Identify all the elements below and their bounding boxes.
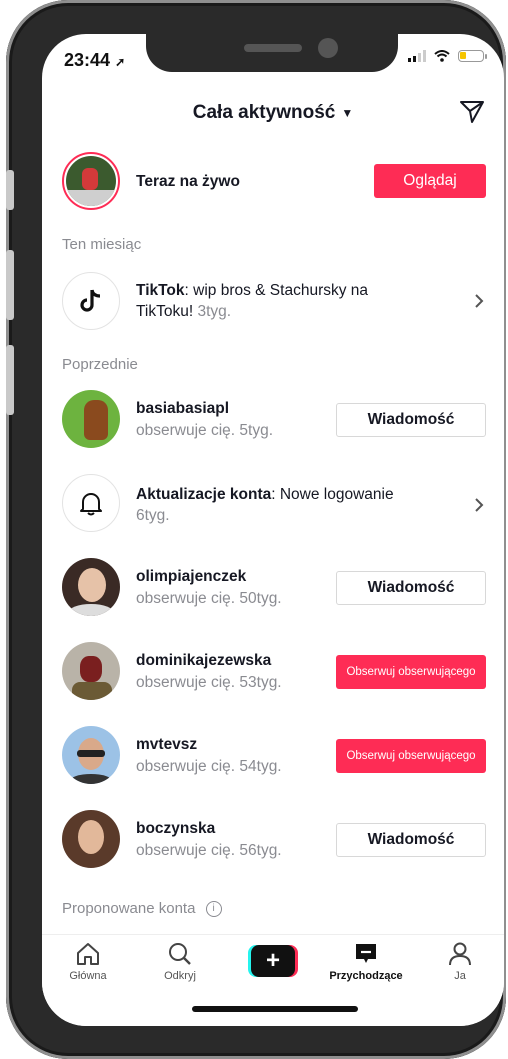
inbox-icon — [356, 944, 376, 963]
section-this-month: Ten miesiąc — [62, 236, 142, 253]
live-label: Teraz na żywo — [136, 173, 240, 190]
create-plus-icon: + — [248, 945, 298, 977]
status-icons — [408, 50, 487, 62]
activity-text: obserwuje cię. 50tyg. — [136, 590, 282, 607]
activity-row[interactable]: dominikajezewska obserwuje cię. 53tyg. O… — [42, 642, 504, 702]
watch-live-button[interactable]: Oglądaj — [374, 164, 486, 198]
tiktok-notification-row[interactable]: TikTok: wip bros & Stachursky na TikToku… — [42, 272, 504, 332]
username[interactable]: mvtevsz — [136, 736, 197, 754]
account-update-row[interactable]: Aktualizacje konta: Nowe logowanie 6tyg. — [42, 474, 504, 534]
live-row[interactable]: Teraz na żywo Oglądaj — [42, 152, 504, 214]
follow-back-button[interactable]: Obserwuj obserwującego — [336, 655, 486, 689]
username[interactable]: dominikajezewska — [136, 652, 271, 670]
volume-down-button — [6, 345, 14, 415]
info-icon[interactable]: i — [205, 901, 222, 918]
tiktok-notification-text: TikTok: wip bros & Stachursky na TikToku… — [136, 282, 369, 320]
activity-row[interactable]: basiabasiapl obserwuje cię. 5tyg. Wiadom… — [42, 390, 504, 450]
battery-icon — [458, 50, 487, 62]
activity-text: obserwuje cię. 56tyg. — [136, 842, 282, 859]
direct-message-icon[interactable] — [458, 98, 486, 126]
activity-row[interactable]: olimpiajenczek obserwuje cię. 50tyg. Wia… — [42, 558, 504, 618]
activity-text: obserwuje cię. 54tyg. — [136, 758, 282, 775]
status-time: 23:44 ➚ — [64, 50, 126, 70]
message-button[interactable]: Wiadomość — [336, 571, 486, 605]
activity-text: obserwuje cię. 5tyg. — [136, 422, 273, 439]
follow-back-button[interactable]: Obserwuj obserwującego — [336, 739, 486, 773]
signal-icon — [408, 50, 426, 62]
account-update-text: Aktualizacje konta: Nowe logowanie 6tyg. — [136, 486, 394, 524]
search-icon — [169, 943, 191, 965]
tab-create[interactable]: + — [233, 945, 313, 977]
chevron-right-icon — [475, 294, 484, 308]
location-arrow-icon: ➚ — [115, 55, 126, 69]
activity-row[interactable]: boczynska obserwuje cię. 56tyg. Wiadomoś… — [42, 810, 504, 870]
bell-icon — [62, 474, 120, 532]
home-indicator — [192, 1006, 358, 1012]
tab-discover[interactable]: Odkryj — [140, 941, 220, 982]
avatar[interactable] — [62, 390, 120, 448]
tab-home[interactable]: Główna — [48, 941, 128, 982]
mute-switch — [6, 170, 14, 210]
section-previous: Poprzednie — [62, 356, 138, 373]
tab-profile[interactable]: Ja — [420, 941, 500, 982]
activity-row[interactable]: mvtevsz obserwuje cię. 54tyg. Obserwuj o… — [42, 726, 504, 786]
message-button[interactable]: Wiadomość — [336, 403, 486, 437]
message-button[interactable]: Wiadomość — [336, 823, 486, 857]
username[interactable]: basiabasiapl — [136, 400, 229, 418]
chevron-right-icon — [475, 498, 484, 512]
section-suggested: Proponowane konta i — [62, 900, 222, 918]
username[interactable]: boczynska — [136, 820, 215, 838]
screen: 23:44 ➚ Cała aktywność ▼ Teraz na żywo O… — [42, 34, 504, 1026]
wifi-icon — [434, 50, 450, 62]
caret-down-icon: ▼ — [341, 105, 354, 120]
avatar[interactable] — [62, 726, 120, 784]
avatar[interactable] — [62, 642, 120, 700]
speaker — [244, 44, 302, 52]
page-title[interactable]: Cała aktywność ▼ — [42, 102, 504, 124]
activity-text: obserwuje cię. 53tyg. — [136, 674, 282, 691]
live-avatar[interactable] — [62, 152, 120, 210]
profile-icon — [449, 942, 471, 966]
username[interactable]: olimpiajenczek — [136, 568, 246, 586]
volume-up-button — [6, 250, 14, 320]
avatar[interactable] — [62, 810, 120, 868]
phone-frame: 23:44 ➚ Cała aktywność ▼ Teraz na żywo O… — [6, 0, 506, 1059]
tiktok-logo-icon — [62, 272, 120, 330]
tab-inbox[interactable]: Przychodzące — [323, 941, 409, 982]
notch — [146, 34, 398, 72]
avatar[interactable] — [62, 558, 120, 616]
home-icon — [77, 943, 99, 965]
camera — [318, 38, 338, 58]
tab-bar: Główna Odkryj + Przychodzące Ja — [42, 934, 504, 1026]
